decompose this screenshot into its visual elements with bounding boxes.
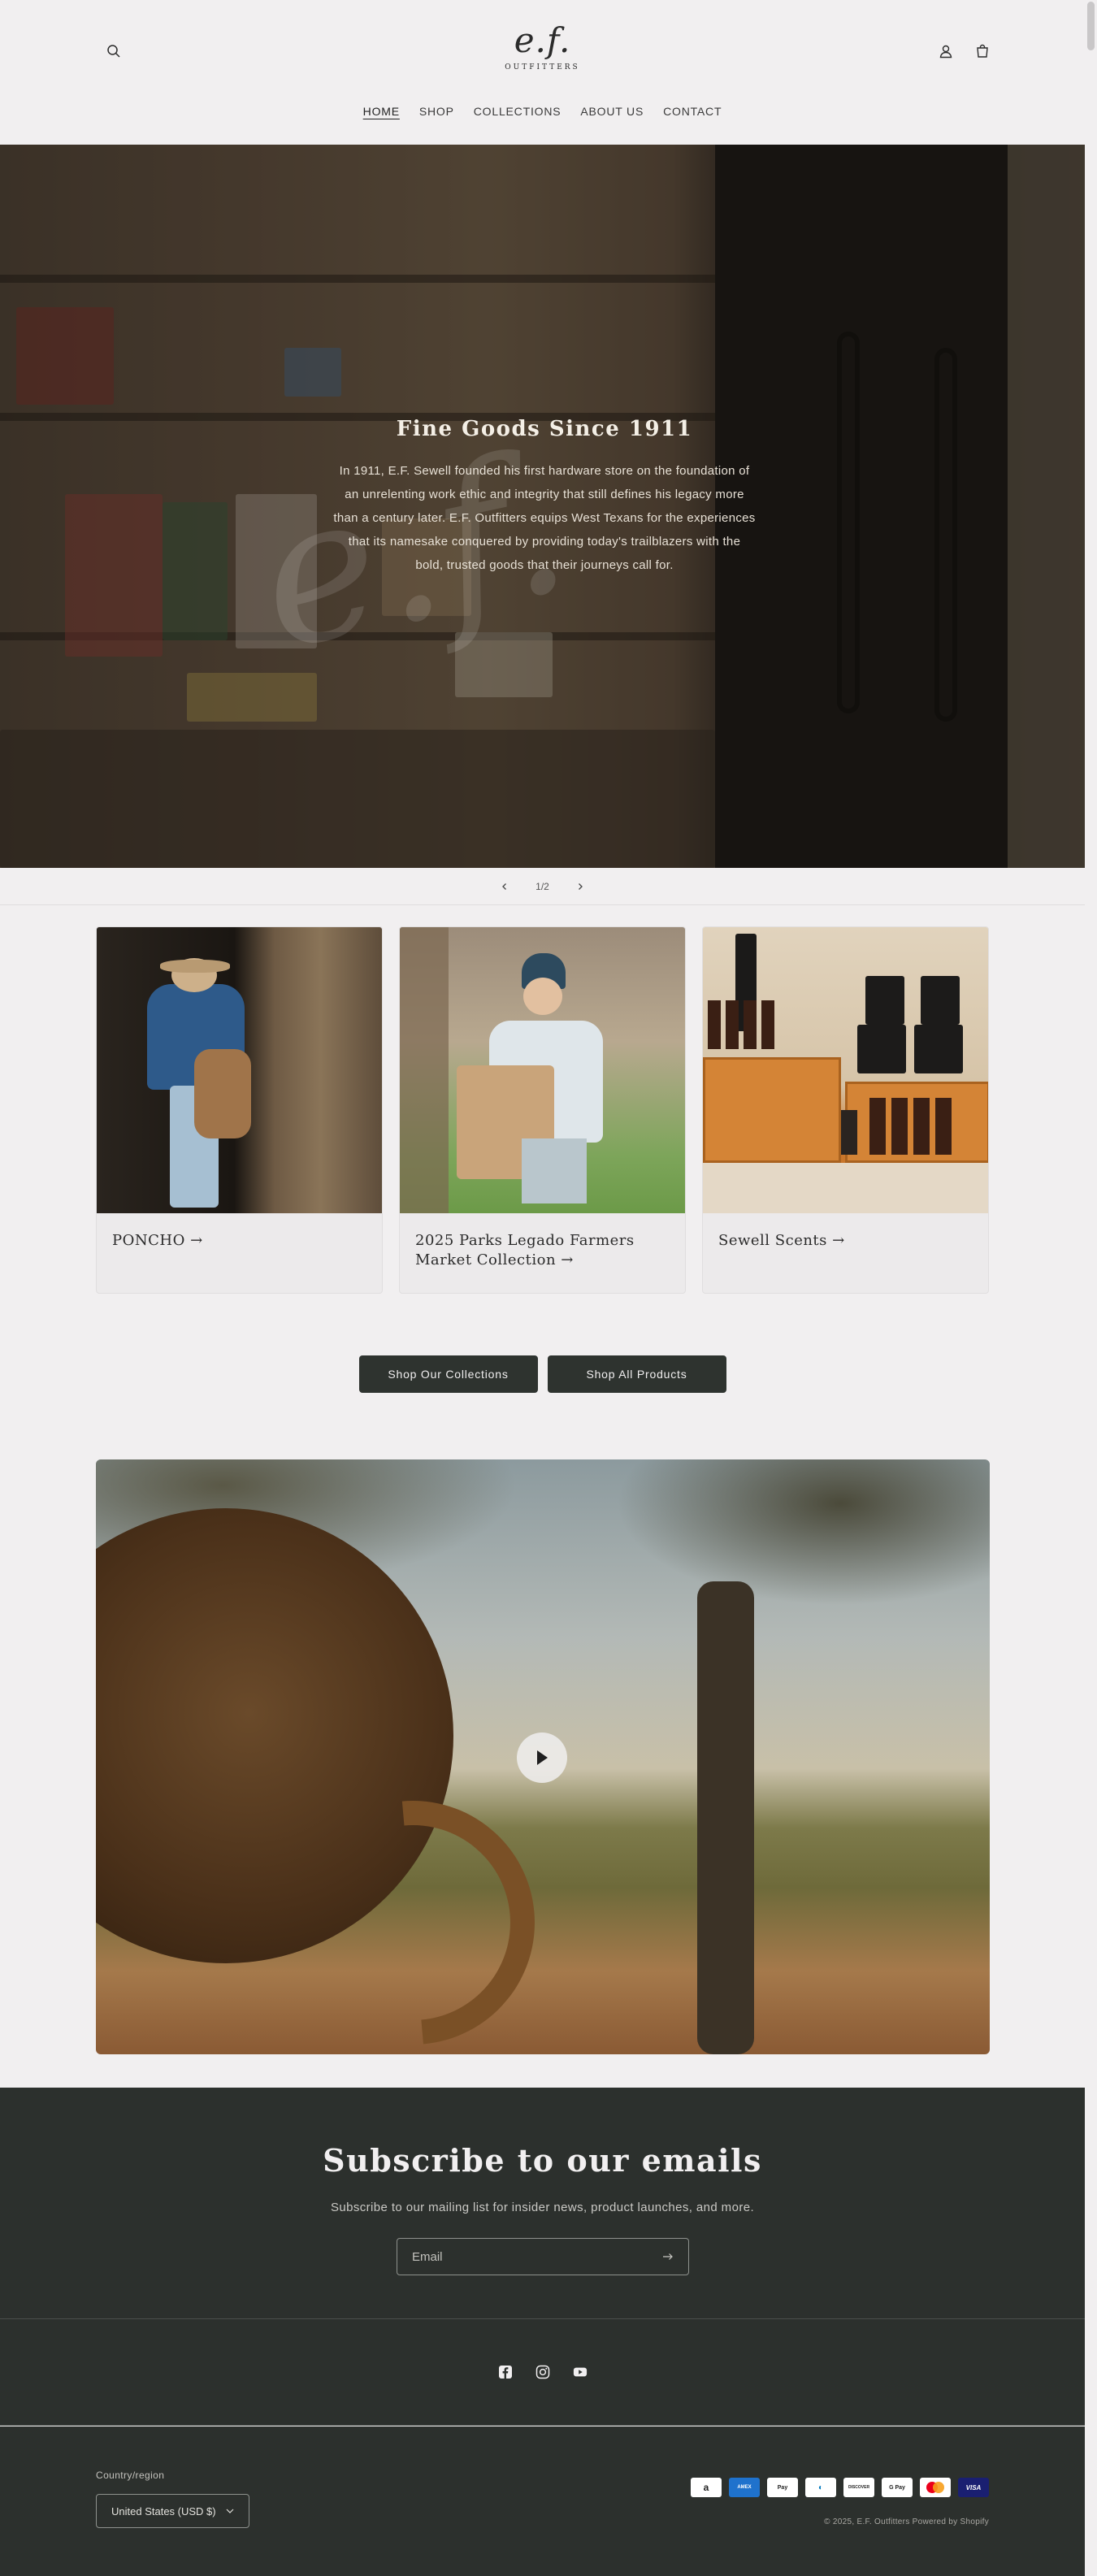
collection-list: PONCHO → 2025 Parks Legado Farmers Marke… xyxy=(96,926,990,1294)
american-express-icon: AMEX xyxy=(729,2478,760,2497)
newsletter-subtitle: Subscribe to our mailing list for inside… xyxy=(330,2201,755,2214)
nav-item-home[interactable]: HOME xyxy=(363,103,400,119)
video-section[interactable] xyxy=(96,1459,990,2054)
chevron-right-icon xyxy=(578,883,583,890)
collection-title-sewell-scents: Sewell Scents → xyxy=(718,1232,845,1249)
next-slide-button[interactable] xyxy=(572,878,588,895)
amazon-pay-icon: a xyxy=(691,2478,722,2497)
collection-image-sewell-scents xyxy=(703,927,988,1213)
discover-icon: DISCOVER xyxy=(843,2478,874,2497)
cart-icon[interactable] xyxy=(970,39,995,63)
collection-title-farmers-market: 2025 Parks Legado Farmers Market Collect… xyxy=(415,1232,635,1268)
logo-text: OUTFITTERS xyxy=(505,63,580,72)
logo-mark: e.f. xyxy=(514,20,571,60)
country-selector[interactable]: United States (USD $) xyxy=(96,2494,249,2528)
youtube-icon[interactable] xyxy=(573,2365,588,2379)
arrow-right-icon[interactable] xyxy=(662,2253,674,2261)
play-button[interactable] xyxy=(517,1733,567,1783)
social-links xyxy=(0,2318,1085,2426)
visa-icon: VISA xyxy=(958,2478,989,2497)
collection-card-poncho[interactable]: PONCHO → xyxy=(96,926,383,1294)
newsletter-form xyxy=(397,2238,689,2275)
previous-slide-button[interactable] xyxy=(496,878,513,895)
scrollbar-thumb[interactable] xyxy=(1087,2,1095,50)
nav-item-shop[interactable]: SHOP xyxy=(419,103,454,119)
chevron-down-icon xyxy=(226,2509,234,2513)
email-input[interactable] xyxy=(412,2249,640,2264)
page-scrollbar[interactable] xyxy=(1085,0,1097,2576)
video-tree-canopy xyxy=(616,1459,990,1606)
site-footer: Country/region United States (USD $) a A… xyxy=(0,2426,1085,2576)
newsletter-title: Subscribe to our emails xyxy=(323,2142,762,2179)
hero-content: Fine Goods Since 1911 In 1911, E.F. Sewe… xyxy=(333,417,756,577)
diners-club-icon: ◐ xyxy=(805,2478,836,2497)
shop-all-products-button[interactable]: Shop All Products xyxy=(547,1355,726,1393)
slideshow-controls: 1/2 xyxy=(0,868,1085,905)
newsletter-section: Subscribe to our emails Subscribe to our… xyxy=(0,2088,1085,2318)
slide-counter: 1/2 xyxy=(535,880,549,892)
chevron-left-icon xyxy=(502,883,507,890)
search-icon[interactable] xyxy=(102,39,126,63)
hero-title: Fine Goods Since 1911 xyxy=(396,417,693,441)
cta-buttons: Shop Our Collections Shop All Products xyxy=(0,1355,1085,1393)
instagram-icon[interactable] xyxy=(535,2365,550,2379)
site-header: e.f. OUTFITTERS HOME SHOP COLLECTIONS AB… xyxy=(0,0,1085,145)
collection-card-sewell-scents[interactable]: Sewell Scents → xyxy=(702,926,989,1294)
nav-item-collections[interactable]: COLLECTIONS xyxy=(474,103,562,119)
nav-item-about-us[interactable]: ABOUT US xyxy=(580,103,644,119)
collection-image-farmers-market xyxy=(400,927,685,1213)
mastercard-icon xyxy=(920,2478,951,2497)
hero-slideshow: e.f. Fine Goods Since 1911 In 1911, E.F.… xyxy=(0,145,1085,868)
shop-collections-button[interactable]: Shop Our Collections xyxy=(358,1355,538,1393)
copyright-text: © 2025, E.F. Outfitters Powered by Shopi… xyxy=(824,2517,989,2526)
site-logo[interactable]: e.f. OUTFITTERS xyxy=(500,20,585,83)
page: e.f. OUTFITTERS HOME SHOP COLLECTIONS AB… xyxy=(0,0,1085,2576)
country-value: United States (USD $) xyxy=(111,2504,216,2517)
nav-item-contact[interactable]: CONTACT xyxy=(663,103,722,119)
country-label: Country/region xyxy=(96,2470,165,2481)
payment-icons: a AMEX Pay ◐ DISCOVER G Pay VISA xyxy=(691,2478,989,2497)
account-icon[interactable] xyxy=(934,39,958,63)
play-icon xyxy=(537,1750,548,1765)
collection-title-poncho: PONCHO → xyxy=(112,1232,203,1249)
facebook-icon[interactable] xyxy=(498,2365,513,2379)
hero-text: In 1911, E.F. Sewell founded his first h… xyxy=(333,464,756,572)
collection-image-poncho xyxy=(97,927,382,1213)
apple-pay-icon: Pay xyxy=(767,2478,798,2497)
google-pay-icon: G Pay xyxy=(882,2478,913,2497)
collection-card-farmers-market[interactable]: 2025 Parks Legado Farmers Market Collect… xyxy=(399,926,686,1294)
main-nav: HOME SHOP COLLECTIONS ABOUT US CONTACT xyxy=(0,103,1085,119)
video-tree-trunk xyxy=(697,1581,754,2054)
